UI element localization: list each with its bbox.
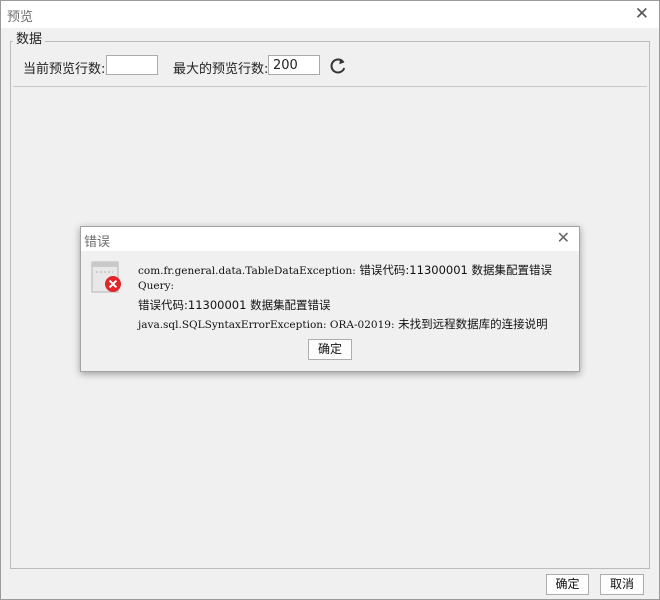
error-dialog-titlebar: 错误 ✕ xyxy=(81,227,579,251)
current-rows-field[interactable] xyxy=(106,55,158,75)
ok-button[interactable]: 确定 xyxy=(546,574,589,595)
cancel-button[interactable]: 取消 xyxy=(600,574,644,595)
error-dialog-title: 错误 xyxy=(84,235,111,250)
error-sql-text: 未找到远程数据库的连接说明 xyxy=(394,317,548,331)
error-message-line-2: Query: xyxy=(138,280,175,292)
error-ok-button[interactable]: 确定 xyxy=(308,339,352,360)
error-sql-exception: java.sql.SQLSyntaxErrorException: ORA-02… xyxy=(138,319,395,331)
error-message-line-4: java.sql.SQLSyntaxErrorException: ORA-02… xyxy=(138,316,548,332)
refresh-icon[interactable] xyxy=(327,55,349,77)
max-rows-field[interactable] xyxy=(268,55,320,75)
error-message-line-1: com.fr.general.data.TableDataException: … xyxy=(138,262,552,278)
window-titlebar: 预览 ✕ xyxy=(1,1,659,28)
error-dialog-close-icon[interactable]: ✕ xyxy=(557,228,570,247)
window-close-icon[interactable]: ✕ xyxy=(635,4,649,24)
current-rows-label: 当前预览行数: xyxy=(23,62,106,77)
error-message-line-3: 错误代码:11300001 数据集配置错误 xyxy=(138,298,331,312)
error-exception-class: com.fr.general.data.TableDataException: xyxy=(138,265,356,277)
window-title: 预览 xyxy=(7,10,34,25)
error-icon xyxy=(91,261,121,293)
max-rows-label: 最大的预览行数: xyxy=(173,62,269,77)
error-message-text: 错误代码:11300001 数据集配置错误 xyxy=(355,263,552,277)
error-dialog: 错误 ✕ com.fr.general.data.TableDataExcept… xyxy=(80,226,580,372)
data-group-legend: 数据 xyxy=(13,28,46,47)
